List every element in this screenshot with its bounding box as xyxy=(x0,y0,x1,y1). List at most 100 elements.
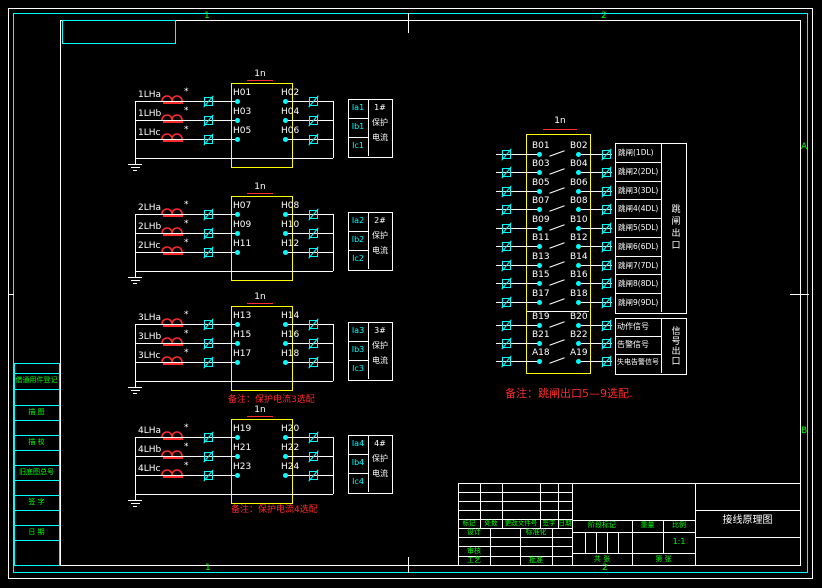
terminal-dot xyxy=(537,152,542,157)
margin-strip-line xyxy=(14,435,59,436)
terminal-label: H24 xyxy=(281,463,299,473)
ground-icon xyxy=(133,506,137,507)
ct-symbol-icon xyxy=(160,242,186,256)
terminal-dot xyxy=(235,99,240,104)
terminal-dot xyxy=(235,360,240,365)
wire xyxy=(135,233,237,234)
terminal-label: A18 xyxy=(532,349,550,359)
ct-symbol-icon xyxy=(160,91,186,105)
phase-label: 4LHc xyxy=(138,465,160,475)
title-block-line xyxy=(585,532,586,553)
title-block-line xyxy=(458,510,572,511)
current-table-line xyxy=(348,360,368,361)
terminal-label: H08 xyxy=(281,202,299,212)
terminal-dot xyxy=(283,341,288,346)
terminal-dot xyxy=(283,99,288,104)
ct-symbol-icon xyxy=(160,427,186,441)
trip-row-label: 跳闸(1DL) xyxy=(618,149,654,157)
current-desc-line: 3# xyxy=(369,327,391,336)
ground-icon xyxy=(128,277,142,278)
terminal-dot xyxy=(235,250,240,255)
device-label: 1n xyxy=(538,117,582,127)
signal-table-line xyxy=(615,354,661,355)
remark-text: 备注：保护电流3选配 xyxy=(228,396,315,406)
terminal-dot xyxy=(283,454,288,459)
phase-label: 1LHb xyxy=(138,110,161,120)
terminal-dot xyxy=(235,435,240,440)
terminal-dot xyxy=(537,170,542,175)
margin-strip-label: 描 校 xyxy=(14,439,59,447)
terminal-dot xyxy=(283,360,288,365)
device-label: 1n xyxy=(240,293,280,303)
terminal-dot xyxy=(576,244,581,249)
phase-label: 1LHa xyxy=(138,91,161,101)
polarity-star-icon: * xyxy=(184,201,189,211)
current-code: Ia3 xyxy=(348,327,368,336)
ct-symbol-icon xyxy=(160,333,186,347)
corner-box xyxy=(62,20,176,44)
current-code: Ia4 xyxy=(348,440,368,449)
phase-label: 4LHb xyxy=(138,446,161,456)
current-desc-line: 1# xyxy=(369,104,391,113)
current-code: Ic2 xyxy=(348,255,368,264)
terminal-label: H17 xyxy=(233,350,251,360)
terminal-label: B05 xyxy=(532,179,550,189)
margin-strip-label: 旧底图总号 xyxy=(14,469,59,477)
trip-row-label: 跳闸4(4DL) xyxy=(618,205,658,213)
terminal-dot xyxy=(283,137,288,142)
terminal-dot xyxy=(576,207,581,212)
wire xyxy=(135,101,237,102)
current-desc-line: 保护 xyxy=(369,119,391,128)
trip-row-label: 跳闸8(8DL) xyxy=(618,280,658,288)
terminal-label: B06 xyxy=(570,179,588,189)
zone-tick-right xyxy=(790,294,809,295)
terminal-dot xyxy=(283,435,288,440)
terminal-label: B03 xyxy=(532,160,550,170)
title-block-line xyxy=(552,528,553,565)
bus-wire xyxy=(135,101,136,158)
trip-row-label: 跳闸2(2DL) xyxy=(618,168,658,176)
phase-label: 2LHa xyxy=(138,204,161,214)
cad-drawing-sheet[interactable]: 1212AB借通用件登记描 图描 校旧底图总号签 字日 期1n1LHa*H01H… xyxy=(0,0,822,588)
terminal-dot xyxy=(537,189,542,194)
sheet-total: 共 张 xyxy=(572,556,632,564)
margin-strip-label: 日 期 xyxy=(14,529,59,537)
role-approve: 批准 xyxy=(520,557,552,565)
trip-table-line xyxy=(615,293,661,294)
current-code: Ia2 xyxy=(348,217,368,226)
margin-strip-line xyxy=(14,389,59,390)
ground-icon xyxy=(128,387,142,388)
terminal-label: H19 xyxy=(233,425,251,435)
terminal-label: B09 xyxy=(532,216,550,226)
current-table-line xyxy=(348,118,368,119)
margin-strip-line xyxy=(14,363,59,364)
terminal-label: B07 xyxy=(532,197,550,207)
terminal-label: H06 xyxy=(281,127,299,137)
zone-label-bottom-2: 2 xyxy=(602,564,608,574)
terminal-label: H15 xyxy=(233,331,251,341)
terminal-label: H10 xyxy=(281,221,299,231)
zone-label-right-a: A xyxy=(801,143,807,153)
current-code: Ib1 xyxy=(348,123,368,132)
current-desc-line: 电流 xyxy=(369,357,391,366)
terminal-dot xyxy=(537,207,542,212)
wire xyxy=(135,343,237,344)
terminal-dot xyxy=(537,244,542,249)
polarity-star-icon: * xyxy=(184,349,189,359)
current-desc-line: 电流 xyxy=(369,470,391,479)
current-code: Ic4 xyxy=(348,478,368,487)
terminal-label: B18 xyxy=(570,290,588,300)
margin-strip-label: 签 字 xyxy=(14,499,59,507)
margin-strip-line xyxy=(14,495,59,496)
polarity-star-icon: * xyxy=(184,424,189,434)
current-table-line xyxy=(348,250,368,251)
terminal-label: B19 xyxy=(532,313,550,323)
trip-row-label: 跳闸7(7DL) xyxy=(618,262,658,270)
terminal-label: H05 xyxy=(233,127,251,137)
sheet-index: 第 张 xyxy=(632,556,695,564)
margin-strip-label: 借通用件登记 xyxy=(14,377,59,385)
terminal-label: B22 xyxy=(570,331,588,341)
wire xyxy=(135,252,237,253)
current-table-line xyxy=(348,231,368,232)
device-label: 1n xyxy=(240,406,280,416)
